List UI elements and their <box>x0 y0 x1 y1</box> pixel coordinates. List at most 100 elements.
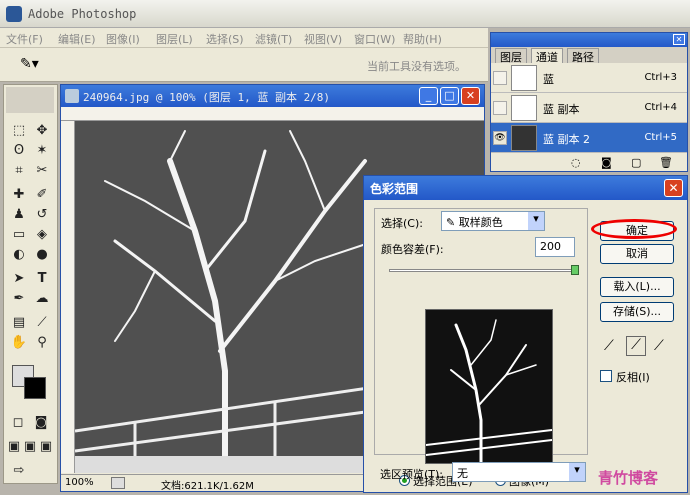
channel-name: 蓝 <box>543 73 554 86</box>
cancel-button[interactable]: 取消 <box>600 244 674 264</box>
menu-view[interactable]: 视图(V) <box>304 31 342 47</box>
jump-to-imageready-icon[interactable]: ⇨ <box>9 461 29 481</box>
dialog-titlebar: 色彩范围 ✕ <box>364 176 687 200</box>
tab-channels[interactable]: 通道 <box>531 48 563 64</box>
tab-paths[interactable]: 路径 <box>567 48 599 64</box>
notes-tool-icon[interactable]: ▤ <box>9 313 29 333</box>
healing-brush-icon[interactable]: ✚ <box>9 185 29 205</box>
eye-icon[interactable]: 👁 <box>493 131 507 145</box>
magic-wand-icon[interactable]: ✶ <box>32 141 52 161</box>
quickmask-mode-icon[interactable]: ◙ <box>31 413 51 433</box>
path-select-icon[interactable]: ➤ <box>9 269 29 289</box>
options-hint: 当前工具没有选项。 <box>367 60 466 73</box>
menu-filter[interactable]: 滤镜(T) <box>255 31 292 47</box>
dialog-close-button[interactable]: ✕ <box>664 179 683 197</box>
shape-tool-icon[interactable]: ☁ <box>32 289 52 309</box>
horizontal-ruler <box>61 107 484 121</box>
visibility-toggle[interactable] <box>493 101 507 115</box>
watermark: 青竹博客 <box>598 469 659 487</box>
fuzziness-slider-track[interactable] <box>389 269 575 272</box>
panel-titlebar: ✕ <box>491 33 687 47</box>
channel-shortcut: Ctrl+5 <box>644 132 677 143</box>
brush-tool-icon[interactable]: ✐ <box>32 185 52 205</box>
screen-mode-1-icon[interactable]: ▣ <box>6 437 22 457</box>
channel-row-selected[interactable]: 👁 蓝 副本 2 Ctrl+5 <box>491 123 687 153</box>
document-size: 文档:621.1K/1.62M <box>161 481 254 492</box>
tab-layers[interactable]: 图层 <box>495 48 527 64</box>
save-selection-icon[interactable]: ◙ <box>601 156 612 169</box>
app-titlebar: Adobe Photoshop <box>0 0 690 28</box>
channels-panel: ✕ 图层 通道 路径 蓝 Ctrl+3 蓝 副本 Ctrl+4 👁 蓝 副本 2… <box>490 32 688 172</box>
bucket-tool-icon[interactable]: ◈ <box>32 225 52 245</box>
standard-mode-icon[interactable]: ◻ <box>8 413 28 433</box>
load-selection-icon[interactable]: ◌ <box>571 156 581 169</box>
save-button[interactable]: 存储(S)... <box>600 302 674 322</box>
minimize-button[interactable]: _ <box>419 87 438 105</box>
select-dropdown[interactable]: ✎ 取样颜色 ▾ <box>441 211 545 231</box>
screen-mode-3-icon[interactable]: ▣ <box>38 437 54 457</box>
move-tool-icon[interactable]: ✥ <box>32 121 52 141</box>
background-color[interactable] <box>24 377 46 399</box>
chevron-down-icon: ▾ <box>569 463 585 481</box>
lasso-tool-icon[interactable]: ʘ <box>9 141 29 161</box>
eraser-tool-icon[interactable]: ▭ <box>9 225 29 245</box>
screen-mode-2-icon[interactable]: ▣ <box>22 437 38 457</box>
maximize-button[interactable]: □ <box>440 87 459 105</box>
pen-tool-icon[interactable]: ✒ <box>9 289 29 309</box>
fuzziness-input[interactable]: 200 <box>535 237 575 257</box>
hand-tool-icon[interactable]: ✋ <box>9 333 29 353</box>
eyedropper-tool-icon[interactable]: ⟋ <box>32 313 52 333</box>
close-button[interactable]: ✕ <box>461 87 480 105</box>
visibility-toggle[interactable] <box>493 71 507 85</box>
feather-icon <box>6 87 54 113</box>
channel-name: 蓝 副本 <box>543 103 580 116</box>
vertical-ruler <box>61 121 75 473</box>
stamp-tool-icon[interactable]: ♟ <box>9 205 29 225</box>
menu-help[interactable]: 帮助(H) <box>403 31 442 47</box>
channel-row[interactable]: 蓝 副本 Ctrl+4 <box>491 93 687 123</box>
channel-thumbnail <box>511 95 537 121</box>
settings-group: 选择(C): ✎ 取样颜色 ▾ 颜色容差(F): 200 选择范围(E) 图像(… <box>374 208 588 488</box>
new-channel-icon[interactable]: ▢ <box>631 156 641 169</box>
channel-row[interactable]: 蓝 Ctrl+3 <box>491 63 687 93</box>
blur-tool-icon[interactable]: ◐ <box>9 245 29 265</box>
status-menu-icon[interactable] <box>111 477 125 489</box>
select-value: 取样颜色 <box>458 216 503 229</box>
channel-thumbnail <box>511 65 537 91</box>
fuzziness-slider-thumb[interactable] <box>571 265 579 275</box>
load-button[interactable]: 载入(L)... <box>600 277 674 297</box>
panel-close-button[interactable]: ✕ <box>673 34 685 45</box>
invert-checkbox[interactable] <box>600 370 612 382</box>
slice-tool-icon[interactable]: ✂ <box>32 161 52 181</box>
menu-file[interactable]: 文件(F) <box>6 31 43 47</box>
menu-image[interactable]: 图像(I) <box>106 31 140 47</box>
type-tool-icon[interactable]: T <box>32 269 52 289</box>
menu-window[interactable]: 窗口(W) <box>354 31 395 47</box>
highlight-ellipse <box>591 219 677 239</box>
zoom-level[interactable]: 100% <box>65 477 94 488</box>
eyedropper-icon[interactable]: ✎▾ <box>20 56 39 72</box>
channel-shortcut: Ctrl+4 <box>644 102 677 113</box>
history-brush-icon[interactable]: ↺ <box>32 205 52 225</box>
chevron-down-icon: ▾ <box>528 212 544 230</box>
toolbox: ⬚ ✥ ʘ ✶ ⌗ ✂ ✚ ✐ ♟ ↺ ▭ ◈ ◐ ● ➤ T ✒ ☁ ▤ ⟋ … <box>3 84 58 484</box>
menu-edit[interactable]: 编辑(E) <box>58 31 96 47</box>
selection-preview-dropdown[interactable]: 无 ▾ <box>452 462 586 482</box>
preview-image[interactable] <box>425 309 553 465</box>
marquee-tool-icon[interactable]: ⬚ <box>9 121 29 141</box>
menu-layer[interactable]: 图层(L) <box>156 31 193 47</box>
menu-select[interactable]: 选择(S) <box>206 31 244 47</box>
trash-icon[interactable]: 🗑 <box>659 156 673 169</box>
eyedropper-icon[interactable]: ⟋ <box>604 338 614 354</box>
channel-name: 蓝 副本 2 <box>543 133 590 146</box>
preview-tree <box>425 319 553 465</box>
eyedropper-icon: ✎ <box>446 216 459 229</box>
document-titlebar: 240964.jpg @ 100% (图层 1, 蓝 副本 2/8) _ □ ✕ <box>61 85 484 107</box>
crop-tool-icon[interactable]: ⌗ <box>9 161 29 181</box>
selection-preview-value: 无 <box>457 467 468 480</box>
eyedropper-minus-icon[interactable]: ⟋ <box>654 338 664 354</box>
dodge-tool-icon[interactable]: ● <box>32 245 52 265</box>
eyedropper-plus-icon[interactable]: ⟋ <box>626 336 646 356</box>
zoom-tool-icon[interactable]: ⚲ <box>32 333 52 353</box>
photoshop-icon <box>6 6 22 22</box>
